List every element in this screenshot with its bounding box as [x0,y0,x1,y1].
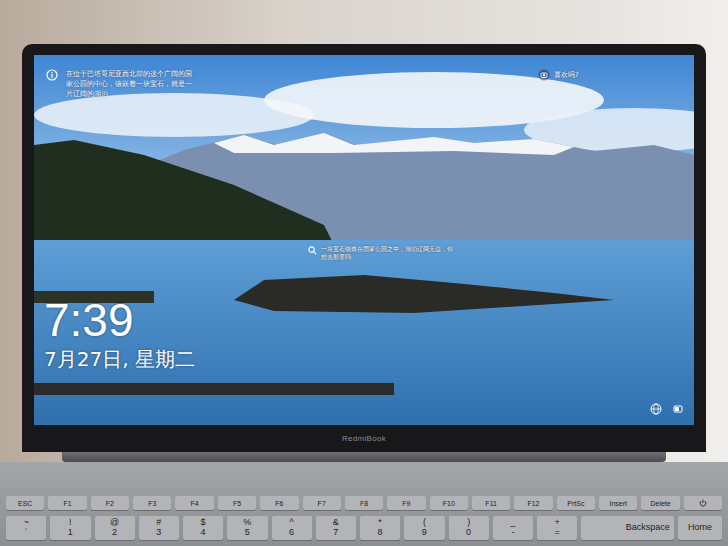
function-key[interactable]: PrtSc [557,496,595,510]
home-key[interactable]: Home [678,516,722,540]
number-key[interactable]: % 5 [227,516,267,540]
key-label: 3 [156,528,161,538]
key-shift-label: ) [467,518,470,528]
keyboard-deck: ESC F1 F2 F3 F4 F5 F6 F7 F8 F9 F10 F11 F12 PrtSc Inser… [0,462,728,546]
function-key[interactable]: Insert [599,496,637,510]
number-key[interactable]: @ 2 [95,516,135,540]
info-icon[interactable] [46,69,58,81]
network-icon[interactable] [650,403,662,415]
key-shift-label: _ [510,518,515,528]
power-icon[interactable] [672,403,684,415]
function-key[interactable]: ESC [6,496,44,510]
number-key[interactable]: * 8 [360,516,400,540]
key-shift-label: @ [110,518,119,528]
function-key[interactable]: F1 [48,496,86,510]
function-key[interactable]: F11 [472,496,510,510]
lock-screen[interactable]: 在位于巴塔哥尼亚西北部的这个广阔的国家公园的中心，镶嵌着一块宝石，就是一片辽阔的… [34,55,694,425]
key-shift-label: # [156,518,161,528]
number-key[interactable]: ) 0 [449,516,489,540]
number-key[interactable]: ^ 6 [272,516,312,540]
clock: 7:39 7月27日, 星期二 [44,295,195,372]
function-key[interactable]: F12 [514,496,552,510]
key-label: ` [25,528,28,538]
laptop-lid: 在位于巴塔哥尼亚西北部的这个广阔的国家公园的中心，镶嵌着一块宝石，就是一片辽阔的… [22,44,706,452]
caption-text: 一块宝石镶嵌在国家公园之中，湖泊辽阔无边，你想去那里吗 [321,245,458,262]
key-shift-label: + [554,518,559,528]
key-shift-label: & [333,518,339,528]
function-key[interactable]: F8 [345,496,383,510]
key-shift-label: * [378,518,382,528]
number-key[interactable]: + = [537,516,577,540]
number-row: ~ `! 1@ 2# 3$ 4% 5^ 6& 7* 8( 9) 0_ -+ =B… [6,516,722,540]
key-shift-label: ! [69,518,72,528]
brand-logo: RedmiBook [342,434,386,443]
camera-icon[interactable] [538,69,550,81]
key-label: 6 [289,528,294,538]
number-key[interactable]: ( 9 [404,516,444,540]
number-key[interactable]: $ 4 [183,516,223,540]
search-icon [308,246,317,255]
function-key[interactable]: F3 [133,496,171,510]
hinge [62,452,666,462]
key-shift-label: % [243,518,251,528]
spotlight-info[interactable]: 在位于巴塔哥尼亚西北部的这个广阔的国家公园的中心，镶嵌着一块宝石，就是一片辽阔的… [46,69,196,99]
power-button-icon [699,499,707,507]
key-label: 5 [245,528,250,538]
function-key[interactable]: F7 [303,496,341,510]
key-label: 0 [466,528,471,538]
like-prompt[interactable]: 喜欢吗? [538,69,579,81]
number-key[interactable]: ~ ` [6,516,46,540]
number-key[interactable]: ! 1 [50,516,90,540]
key-label: 4 [201,528,206,538]
function-key[interactable]: F10 [430,496,468,510]
key-label: 8 [378,528,383,538]
clock-date: 7月27日, 星期二 [44,346,195,372]
function-key[interactable]: F6 [260,496,298,510]
like-text: 喜欢吗? [554,70,579,80]
function-key[interactable]: Delete [641,496,679,510]
number-key[interactable]: _ - [493,516,533,540]
bottom-bezel: RedmiBook [34,425,694,452]
status-icons [650,403,684,415]
key-shift-label: ^ [290,518,294,528]
key-shift-label: ( [423,518,426,528]
function-key[interactable]: F2 [91,496,129,510]
number-key[interactable]: # 3 [139,516,179,540]
spotlight-text: 在位于巴塔哥尼亚西北部的这个广阔的国家公园的中心，镶嵌着一块宝石，就是一片辽阔的… [66,69,196,99]
key-shift-label: ~ [23,518,28,528]
key-label: 2 [112,528,117,538]
function-row: ESC F1 F2 F3 F4 F5 F6 F7 F8 F9 F10 F11 F12 PrtSc Inser… [6,496,722,510]
key-shift-label: $ [201,518,206,528]
power-key[interactable] [684,496,722,510]
backspace-key[interactable]: Backspace [581,516,674,540]
key-label: 7 [333,528,338,538]
clock-time: 7:39 [44,295,195,346]
key-label: = [554,528,559,538]
function-key[interactable]: F9 [387,496,425,510]
photo-scene: 在位于巴塔哥尼亚西北部的这个广阔的国家公园的中心，镶嵌着一块宝石，就是一片辽阔的… [0,0,728,546]
key-label: 1 [68,528,73,538]
key-label: - [511,528,514,538]
function-key[interactable]: F5 [218,496,256,510]
photo-caption[interactable]: 一块宝石镶嵌在国家公园之中，湖泊辽阔无边，你想去那里吗 [308,245,458,262]
number-key[interactable]: & 7 [316,516,356,540]
key-label: 9 [422,528,427,538]
function-key[interactable]: F4 [175,496,213,510]
